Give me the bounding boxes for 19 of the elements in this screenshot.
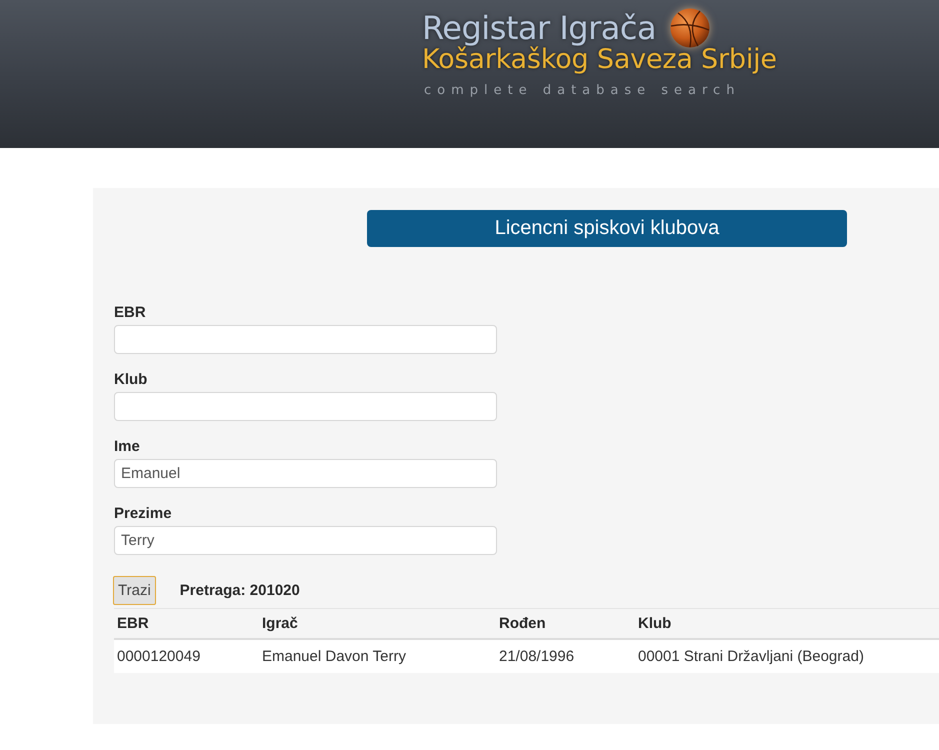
field-label: Ime (114, 438, 140, 455)
site-title: Registar Igrača (422, 9, 656, 47)
search-info: Pretraga: 201020 (180, 582, 300, 599)
field-label: Prezime (114, 505, 172, 522)
table-cell: 00001 Strani Državljani (Beograd) (635, 639, 939, 673)
table-cell: 21/08/1996 (496, 639, 635, 673)
field-label: EBR (114, 304, 146, 321)
input-field[interactable]: Terry (114, 526, 497, 555)
input-field[interactable]: Emanuel (114, 459, 497, 488)
field-label: Klub (114, 371, 148, 388)
panel-heading: Licencni spiskovi klubova (367, 210, 847, 247)
search-button[interactable]: Trazi (113, 576, 156, 605)
input-field[interactable] (114, 325, 497, 354)
table-cell: Emanuel Davon Terry (259, 639, 496, 673)
table-cell: 0000120049 (114, 639, 259, 673)
site-subtitle: Košarkaškog Saveza Srbije (422, 44, 777, 75)
site-tagline: complete database search (423, 83, 740, 98)
basketball-icon (670, 8, 710, 48)
input-field[interactable] (114, 392, 497, 421)
